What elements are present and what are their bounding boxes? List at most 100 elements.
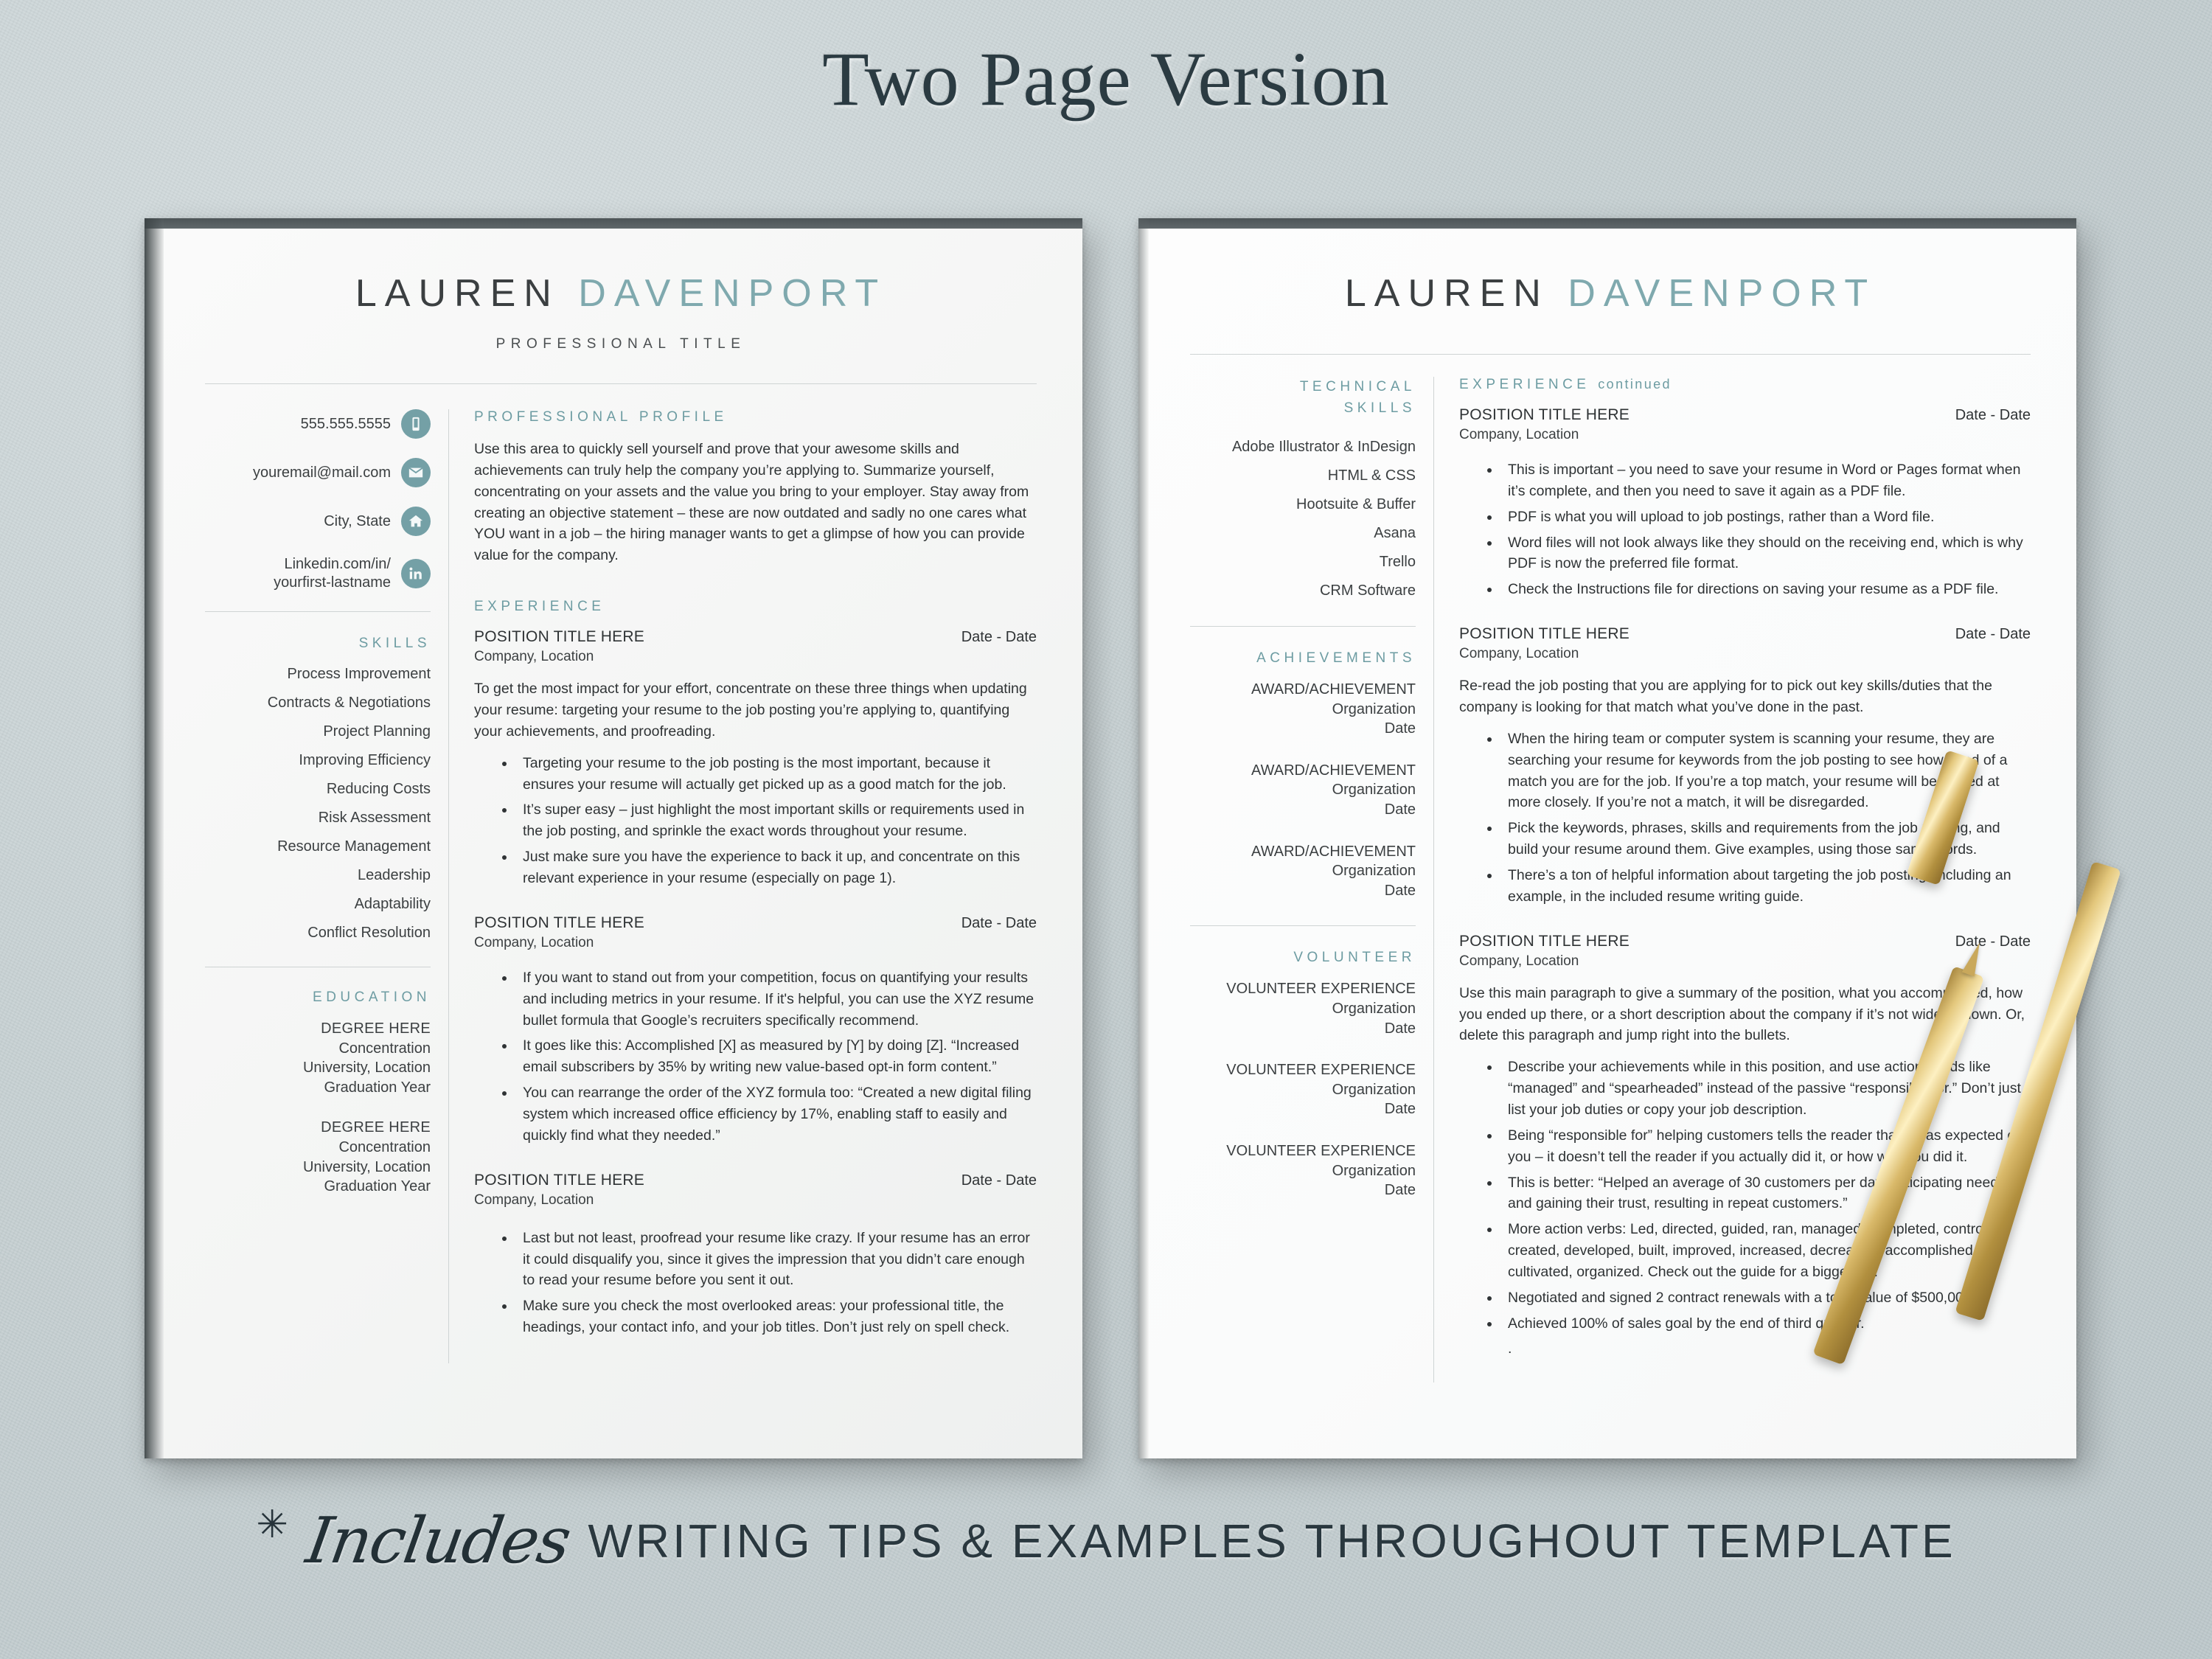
list-item: Process Improvement <box>287 666 431 682</box>
job-bullets: Last but not least, proofread your resum… <box>474 1228 1037 1338</box>
education-university: University, Location <box>302 1060 431 1077</box>
volunteer-entry: VOLUNTEER EXPERIENCE Organization Date <box>1190 1060 1416 1119</box>
job-bullets: Describe your achievements while in this… <box>1459 1057 2031 1334</box>
list-item: Negotiated and signed 2 contract renewal… <box>1500 1287 2031 1309</box>
list-item: Adobe Illustrator & InDesign <box>1231 439 1416 455</box>
education-entry: DEGREE HERE Concentration University, Lo… <box>205 1118 431 1196</box>
page-1-sidebar: 555.555.5555 youremail@mail.com City, St… <box>205 409 448 1363</box>
profile-heading: PROFESSIONAL PROFILE <box>474 409 728 425</box>
job-company: Company, Location <box>1459 427 1579 442</box>
page-1-main: PROFESSIONAL PROFILE Use this area to qu… <box>449 409 1037 1363</box>
job-title: POSITION TITLE HERE <box>1459 625 1630 643</box>
volunteer-entry: VOLUNTEER EXPERIENCE Organization Date <box>1190 979 1416 1038</box>
list-item: Word files will not look always like the… <box>1500 532 2031 575</box>
achievements-heading: ACHIEVEMENTS <box>1256 650 1416 666</box>
list-item: Improving Efficiency <box>299 752 431 768</box>
skills-heading: SKILLS <box>358 636 431 651</box>
list-item: Adaptability <box>354 896 431 912</box>
job-title: POSITION TITLE HERE <box>1459 932 1630 950</box>
experience-entry: POSITION TITLE HERE Date - Date Company,… <box>474 1172 1037 1338</box>
list-item: Targeting your resume to the job posting… <box>515 753 1037 796</box>
contact-email: youremail@mail.com <box>205 458 431 487</box>
job-title: POSITION TITLE HERE <box>1459 406 1630 423</box>
volunteer-heading: VOLUNTEER <box>1293 950 1416 966</box>
volunteer-org: Organization <box>1332 1081 1416 1098</box>
skills-list: Process Improvement Contracts & Negotiat… <box>205 665 431 942</box>
list-item: Make sure you check the most overlooked … <box>515 1295 1037 1338</box>
experience-continued-suffix: continued <box>1598 377 1672 392</box>
job-title: POSITION TITLE HERE <box>474 628 644 646</box>
experience-continued-main: EXPERIENCE <box>1459 377 1590 392</box>
name-last: DAVENPORT <box>1568 272 1877 315</box>
experience-entry: POSITION TITLE HERE Date - Date Company,… <box>1459 406 2031 600</box>
contact-linkedin: Linkedin.com/in/ yourfirst-lastname <box>205 555 431 592</box>
list-item: You can rearrange the order of the XYZ f… <box>515 1082 1037 1147</box>
envelope-icon <box>401 458 431 487</box>
experience-continued-heading: EXPERIENCE continued <box>1459 377 2031 393</box>
achievement-org: Organization <box>1332 700 1416 717</box>
page-2-main: EXPERIENCE continued POSITION TITLE HERE… <box>1434 377 2031 1382</box>
list-item: There’s a ton of helpful information abo… <box>1500 865 2031 908</box>
job-title: POSITION TITLE HERE <box>474 914 644 931</box>
job-company: Company, Location <box>474 1192 594 1208</box>
resume-page-1: LAUREN DAVENPORT PROFESSIONAL TITLE 555.… <box>145 218 1082 1458</box>
education-concentration: Concentration <box>338 1138 431 1155</box>
page-title: Two Page Version <box>822 37 1390 122</box>
job-date: Date - Date <box>1955 626 2031 643</box>
list-item: It goes like this: Accomplished [X] as m… <box>515 1035 1037 1078</box>
list-item: Contracts & Negotiations <box>267 695 431 711</box>
sidebar-divider-1 <box>1190 626 1416 627</box>
list-item: Check the Instructions file for directio… <box>1500 579 2031 600</box>
job-company: Company, Location <box>474 649 594 665</box>
education-year: Graduation Year <box>324 1079 431 1096</box>
list-item: Risk Assessment <box>318 810 431 826</box>
education-heading: EDUCATION <box>313 990 431 1005</box>
footer-tagline: ✳ Includes WRITING TIPS & EXAMPLES THROU… <box>0 1504 2212 1578</box>
volunteer-org: Organization <box>1332 1000 1416 1017</box>
name-first: LAUREN <box>355 272 560 315</box>
achievement-title: AWARD/ACHIEVEMENT <box>1251 681 1416 698</box>
experience-entry: POSITION TITLE HERE Date - Date Company,… <box>474 628 1037 889</box>
job-paragraph: To get the most impact for your effort, … <box>474 681 1027 740</box>
list-item: Reducing Costs <box>326 781 431 797</box>
volunteer-date: Date <box>1384 1182 1416 1199</box>
list-item: HTML & CSS <box>1327 467 1416 484</box>
list-item: Project Planning <box>323 723 431 740</box>
volunteer-title: VOLUNTEER EXPERIENCE <box>1226 1142 1416 1159</box>
job-company: Company, Location <box>474 934 594 950</box>
job-bullets: This is important – you need to save you… <box>1459 459 2031 600</box>
volunteer-org: Organization <box>1332 1162 1416 1179</box>
home-icon <box>401 507 431 536</box>
phone-icon <box>401 409 431 439</box>
list-item: It’s super easy – just highlight the mos… <box>515 799 1037 842</box>
name-last: DAVENPORT <box>578 272 887 315</box>
profile-text: Use this area to quickly sell yourself a… <box>474 441 1029 564</box>
volunteer-date: Date <box>1384 1020 1416 1037</box>
job-date: Date - Date <box>961 629 1037 646</box>
list-item: Achieved 100% of sales goal by the end o… <box>1500 1313 2031 1335</box>
education-year: Graduation Year <box>324 1178 431 1195</box>
resume-name-page1: LAUREN DAVENPORT <box>205 271 1037 316</box>
sidebar-divider-1 <box>205 611 431 612</box>
job-company: Company, Location <box>1459 953 1579 969</box>
sidebar-divider-2 <box>1190 925 1416 927</box>
list-item: If you want to stand out from your compe… <box>515 967 1037 1032</box>
contact-list: 555.555.5555 youremail@mail.com City, St… <box>205 409 431 592</box>
technical-skills-heading-line1: TECHNICAL <box>1299 379 1416 394</box>
technical-skills-list: Adobe Illustrator & InDesign HTML & CSS … <box>1190 438 1416 599</box>
job-bullets: If you want to stand out from your compe… <box>474 967 1037 1147</box>
list-item: Trello <box>1379 554 1416 570</box>
volunteer-entry: VOLUNTEER EXPERIENCE Organization Date <box>1190 1141 1416 1200</box>
header-divider <box>1190 354 2031 355</box>
list-item: PDF is what you will upload to job posti… <box>1500 507 2031 528</box>
list-item: Being “responsible for” helping customer… <box>1500 1125 2031 1168</box>
job-paragraph: Re-read the job posting that you are app… <box>1459 678 1992 716</box>
contact-location-text: City, State <box>324 512 391 529</box>
volunteer-title: VOLUNTEER EXPERIENCE <box>1226 1062 1416 1079</box>
achievement-entry: AWARD/ACHIEVEMENT Organization Date <box>1190 761 1416 820</box>
list-item: Asana <box>1374 525 1416 541</box>
contact-phone: 555.555.5555 <box>205 409 431 439</box>
page-2-sidebar: TECHNICAL SKILLS Adobe Illustrator & InD… <box>1190 377 1433 1382</box>
technical-skills-heading-line2: SKILLS <box>1343 400 1416 416</box>
footer-tagline-text: WRITING TIPS & EXAMPLES THROUGHOUT TEMPL… <box>588 1514 1956 1568</box>
